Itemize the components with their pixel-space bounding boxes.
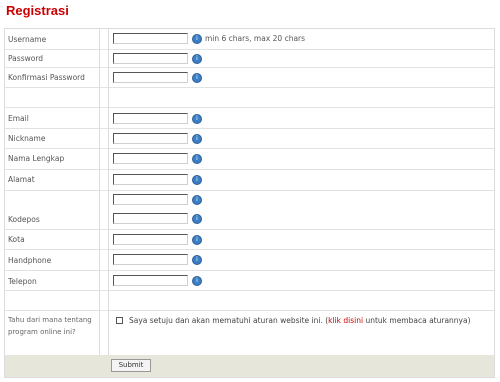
info-icon: i xyxy=(192,276,202,286)
agreement-text-after: untuk membaca aturannya) xyxy=(363,316,471,325)
row-address: Alamat i xyxy=(5,170,494,191)
row-address-line-2: i xyxy=(5,191,494,210)
row-handphone: Handphone i xyxy=(5,250,494,271)
address-label: Alamat xyxy=(8,175,35,184)
submit-button[interactable]: Submit xyxy=(111,359,151,372)
handphone-label: Handphone xyxy=(8,256,52,265)
form-footer: Submit xyxy=(5,355,494,377)
nickname-input[interactable] xyxy=(113,133,188,144)
registration-form: Username i min 6 chars, max 20 chars Pas… xyxy=(4,28,495,378)
postal-code-label: Kodepos xyxy=(8,215,40,224)
info-icon: i xyxy=(192,195,202,205)
agreement-text-before: Saya setuju dan akan mematuhi aturan web… xyxy=(129,316,329,325)
row-nickname: Nickname i xyxy=(5,129,494,149)
nickname-label: Nickname xyxy=(8,134,46,143)
source-label: Tahu dari mana tentang program online in… xyxy=(8,316,92,336)
row-password: Password i xyxy=(5,50,494,68)
info-icon: i xyxy=(192,255,202,265)
row-email: Email i xyxy=(5,108,494,129)
info-icon: i xyxy=(192,175,202,185)
page-title: Registrasi xyxy=(6,3,69,18)
row-postal-code: Kodepos i xyxy=(5,210,494,230)
address-line-2-input[interactable] xyxy=(113,194,188,205)
agreement-checkbox[interactable] xyxy=(116,317,123,324)
phone-label: Telepon xyxy=(8,277,37,286)
agreement-text: Saya setuju dan akan mematuhi aturan web… xyxy=(129,316,471,325)
info-icon: i xyxy=(192,73,202,83)
info-icon: i xyxy=(192,114,202,124)
rules-link[interactable]: klik disini xyxy=(328,316,363,325)
row-spacer xyxy=(5,88,494,108)
info-icon: i xyxy=(192,134,202,144)
confirm-password-input[interactable] xyxy=(113,72,188,83)
email-label: Email xyxy=(8,114,29,123)
confirm-password-label: Konfirmasi Password xyxy=(8,73,85,82)
full-name-label: Nama Lengkap xyxy=(8,154,65,163)
row-agreement: Tahu dari mana tentang program online in… xyxy=(5,311,494,357)
city-label: Kota xyxy=(8,235,25,244)
row-city: Kota i xyxy=(5,230,494,250)
city-input[interactable] xyxy=(113,234,188,245)
info-icon: i xyxy=(192,154,202,164)
info-icon: i xyxy=(192,214,202,224)
address-input[interactable] xyxy=(113,174,188,185)
handphone-input[interactable] xyxy=(113,254,188,265)
full-name-input[interactable] xyxy=(113,153,188,164)
info-icon: i xyxy=(192,54,202,64)
username-input[interactable] xyxy=(113,33,188,44)
row-phone: Telepon i xyxy=(5,271,494,291)
info-icon: i xyxy=(192,34,202,44)
row-confirm-password: Konfirmasi Password i xyxy=(5,68,494,88)
row-spacer xyxy=(5,291,494,311)
postal-code-input[interactable] xyxy=(113,213,188,224)
password-input[interactable] xyxy=(113,53,188,64)
password-label: Password xyxy=(8,54,44,63)
username-label: Username xyxy=(8,35,47,44)
email-input[interactable] xyxy=(113,113,188,124)
row-username: Username i min 6 chars, max 20 chars xyxy=(5,29,494,50)
row-full-name: Nama Lengkap i xyxy=(5,149,494,170)
phone-input[interactable] xyxy=(113,275,188,286)
username-hint: min 6 chars, max 20 chars xyxy=(205,34,306,43)
info-icon: i xyxy=(192,235,202,245)
